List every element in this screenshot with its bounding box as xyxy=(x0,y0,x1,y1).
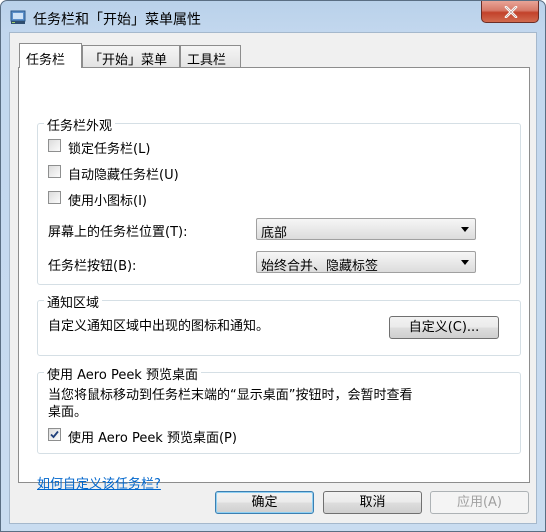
tab-panel-taskbar: 任务栏外观 锁定任务栏(L) 自动隐藏任务栏(U) 使用小图标(I) 屏幕上的任… xyxy=(18,67,530,492)
window-title: 任务栏和「开始」菜单属性 xyxy=(33,12,201,28)
tab-taskbar[interactable]: 任务栏 xyxy=(19,43,82,68)
aero-peek-group: 使用 Aero Peek 预览桌面 当您将鼠标移动到任务栏末端的“显示桌面”按钮… xyxy=(37,364,521,454)
taskbar-app-icon xyxy=(10,9,26,25)
customize-notifications-button[interactable]: 自定义(C)... xyxy=(389,316,499,339)
aero-peek-checkbox[interactable] xyxy=(48,428,61,441)
close-icon xyxy=(504,6,518,18)
tab-start-menu[interactable]: 「开始」菜单 xyxy=(82,45,180,68)
appearance-group: 任务栏外观 锁定任务栏(L) 自动隐藏任务栏(U) 使用小图标(I) 屏幕上的任… xyxy=(37,115,521,285)
aero-peek-group-title: 使用 Aero Peek 预览桌面 xyxy=(44,364,201,383)
autohide-taskbar-label[interactable]: 自动隐藏任务栏(U) xyxy=(68,164,179,183)
dropdown-arrow-icon xyxy=(461,260,469,265)
appearance-group-title: 任务栏外观 xyxy=(44,115,116,134)
title-bar[interactable]: 任务栏和「开始」菜单属性 xyxy=(1,1,545,33)
notification-group: 通知区域 自定义通知区域中出现的图标和通知。 自定义(C)... xyxy=(37,292,521,356)
dropdown-arrow-icon xyxy=(461,227,469,232)
taskbar-buttons-label: 任务栏按钮(B): xyxy=(48,259,137,274)
taskbar-buttons-select[interactable]: 始终合并、隐藏标签 xyxy=(256,251,476,274)
taskbar-position-value: 底部 xyxy=(261,226,288,241)
cancel-button[interactable]: 取消 xyxy=(323,491,422,514)
aero-peek-description-line1: 当您将鼠标移动到任务栏末端的“显示桌面”按钮时，会暂时查看 xyxy=(48,388,413,403)
small-icons-label[interactable]: 使用小图标(I) xyxy=(68,190,147,209)
taskbar-buttons-value: 始终合并、隐藏标签 xyxy=(261,259,379,274)
taskbar-position-select[interactable]: 底部 xyxy=(256,218,476,241)
help-link[interactable]: 如何自定义该任务栏? xyxy=(37,473,161,492)
ok-button[interactable]: 确定 xyxy=(215,491,314,514)
lock-taskbar-checkbox[interactable] xyxy=(48,139,61,152)
notification-description: 自定义通知区域中出现的图标和通知。 xyxy=(48,319,270,334)
checkmark-icon xyxy=(50,430,59,439)
aero-peek-label[interactable]: 使用 Aero Peek 预览桌面(P) xyxy=(68,427,237,446)
apply-button[interactable]: 应用(A) xyxy=(430,491,529,514)
lock-taskbar-label[interactable]: 锁定任务栏(L) xyxy=(68,138,150,157)
properties-window: 任务栏和「开始」菜单属性 任务栏 「开始」菜单 工具栏 任务栏外观 锁定任务栏(… xyxy=(0,0,546,532)
small-icons-checkbox[interactable] xyxy=(48,191,61,204)
notification-group-title: 通知区域 xyxy=(44,292,103,311)
taskbar-position-label: 屏幕上的任务栏位置(T): xyxy=(48,225,188,240)
tab-toolbars[interactable]: 工具栏 xyxy=(180,45,241,68)
close-button[interactable] xyxy=(481,1,539,23)
autohide-taskbar-checkbox[interactable] xyxy=(48,165,61,178)
dialog-client-area: 任务栏 「开始」菜单 工具栏 任务栏外观 锁定任务栏(L) 自动隐藏任务栏(U)… xyxy=(9,32,537,524)
aero-peek-description-line2: 桌面。 xyxy=(48,405,88,420)
